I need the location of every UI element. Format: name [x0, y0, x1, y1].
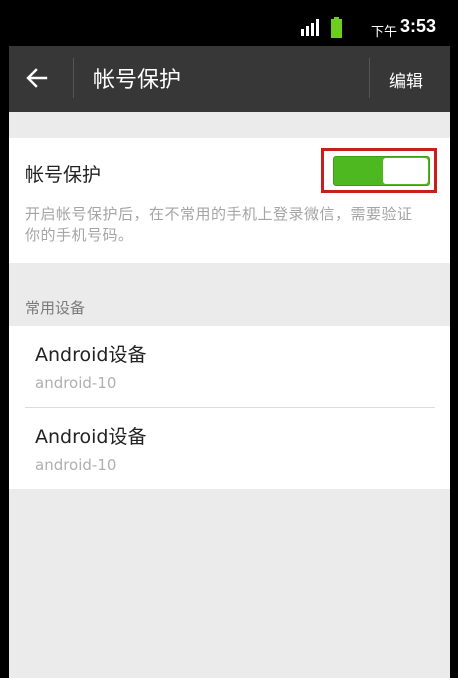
action-bar: 帐号保护 编辑	[9, 46, 450, 112]
screen: 下午 3:53 帐号保护 编辑 帐号保护 开启帐号保护后，在不常用的手机上登录微…	[9, 10, 450, 678]
devices-list: Android设备 android-10 Android设备 android-1…	[9, 326, 450, 489]
account-protection-toggle[interactable]	[333, 156, 430, 186]
status-ampm: 下午	[371, 25, 398, 40]
list-item[interactable]: Android设备 android-10	[9, 408, 450, 490]
toggle-knob[interactable]	[383, 158, 428, 184]
account-protection-card: 帐号保护 开启帐号保护后，在不常用的手机上登录微信，需要验证你的手机号码。	[9, 138, 450, 263]
action-bar-divider	[73, 58, 74, 98]
status-bar: 下午 3:53	[9, 10, 450, 46]
list-item[interactable]: Android设备 android-10	[9, 326, 450, 408]
page-title: 帐号保护	[93, 68, 182, 93]
device-id: android-10	[35, 456, 117, 474]
battery-icon	[331, 17, 342, 38]
device-name: Android设备	[35, 344, 147, 366]
device-name: Android设备	[35, 426, 147, 448]
signal-icon	[301, 19, 320, 36]
action-bar-divider	[369, 58, 370, 98]
account-protection-description: 开启帐号保护后，在不常用的手机上登录微信，需要验证你的手机号码。	[25, 205, 413, 244]
status-clock: 3:53	[400, 16, 437, 36]
edit-button[interactable]: 编辑	[389, 67, 423, 92]
device-id: android-10	[35, 374, 117, 392]
common-devices-header: 常用设备	[25, 299, 86, 317]
account-protection-label: 帐号保护	[25, 164, 102, 186]
back-arrow-icon[interactable]	[25, 66, 49, 90]
